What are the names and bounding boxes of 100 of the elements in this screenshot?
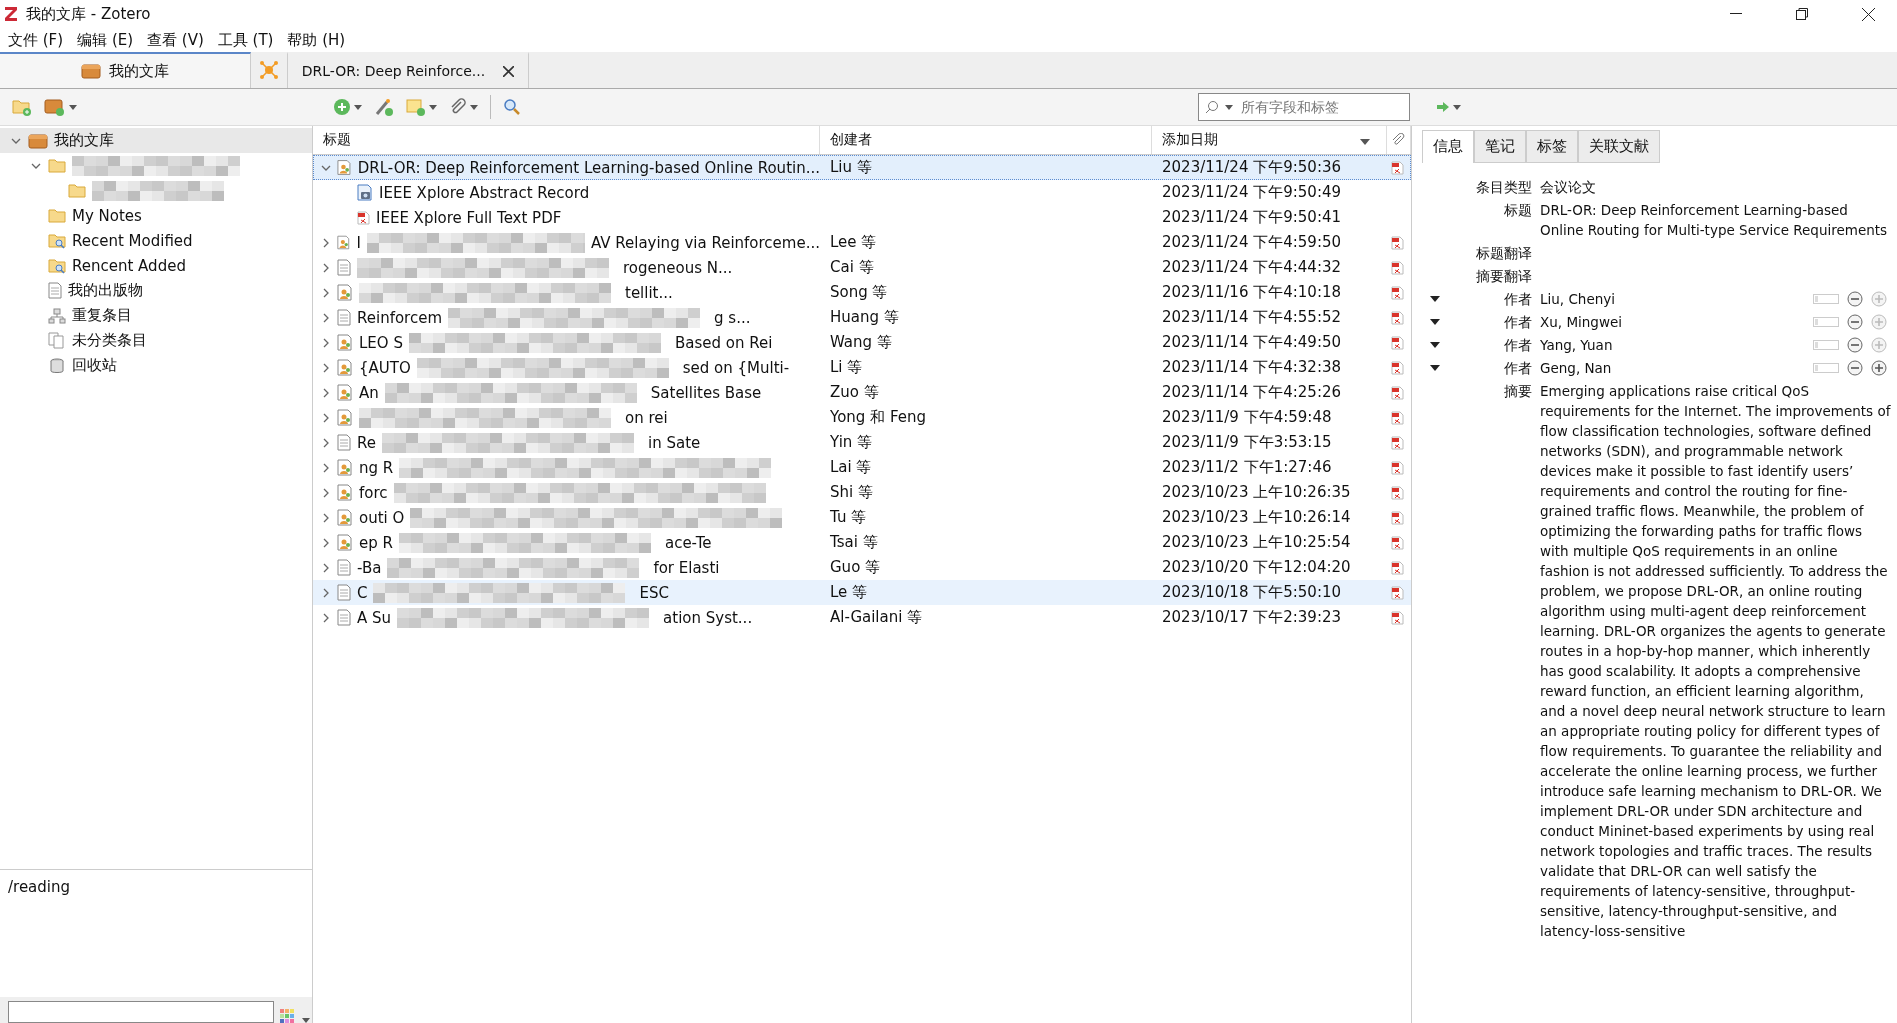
- field-value[interactable]: 会议论文: [1540, 177, 1891, 197]
- pdf-icon: [1391, 360, 1404, 375]
- chevron-right-icon[interactable]: [321, 612, 331, 623]
- add-creator-icon[interactable]: [1871, 360, 1887, 376]
- creator-role[interactable]: 作者: [1504, 289, 1532, 309]
- item-pane-tab[interactable]: 标签: [1526, 130, 1578, 163]
- new-library-icon[interactable]: [44, 98, 66, 116]
- color-grid-icon[interactable]: [280, 1009, 296, 1023]
- menu-item[interactable]: 帮助 (H): [287, 30, 346, 50]
- collection-label[interactable]: 我的文库: [54, 131, 114, 150]
- chevron-right-icon[interactable]: [321, 587, 331, 598]
- dropdown-arrow-icon[interactable]: [1430, 365, 1440, 371]
- creator-name[interactable]: Geng, Nan: [1540, 360, 1612, 376]
- creator-cell: Shi 等: [830, 483, 873, 502]
- chevron-right-icon[interactable]: [321, 512, 331, 523]
- name-mode-toggle-icon[interactable]: [1813, 294, 1839, 304]
- item-pane-tab[interactable]: 笔记: [1474, 130, 1526, 163]
- chevron-right-icon[interactable]: [321, 537, 331, 548]
- column-header[interactable]: 标题: [323, 131, 351, 149]
- creator-role[interactable]: 作者: [1504, 335, 1532, 355]
- collection-label[interactable]: My Notes: [72, 206, 142, 225]
- sort-descending-icon[interactable]: [1360, 139, 1370, 145]
- chevron-right-icon[interactable]: [321, 562, 331, 573]
- creator-cell: Lai 等: [830, 458, 872, 477]
- collection-label[interactable]: 未分类条目: [72, 331, 147, 350]
- menu-item[interactable]: 工具 (T): [217, 30, 274, 50]
- close-icon[interactable]: [1861, 7, 1875, 21]
- remove-creator-icon[interactable]: [1847, 291, 1863, 307]
- creator-role[interactable]: 作者: [1504, 358, 1532, 378]
- menu-item[interactable]: 查看 (V): [147, 30, 204, 50]
- paperclip-icon[interactable]: [449, 98, 467, 116]
- pdf-icon: [1391, 560, 1404, 575]
- creator-cell: Liu 等: [830, 158, 872, 177]
- abstract-text[interactable]: Emerging applications raise critical QoS requirements for the Internet. The improvements of flow classification technologies, software defined networks (SDN), and programmable network devices make it possible to fast identify users’ requirements and control the routing for fine-grained traffic flows. Meanwhile, the problem of optimizing the forwarding paths for traffic flows with multiple QoS requirements in an online fashion is not addressed sufficiently. To address the problem, we propose DRL-OR, an online routing algorithm using multi-agent deep reinforcement learning. DRL-OR organizes the agents to generate routes in a hop-by-hop manner, which inherently has good scalability. It adopts a comprehensive reward function, an efficient learning algorithm, and a novel deep neural network structure to learn an appropriate routing policy for different types of flow requirements. To guarantee the reliability and accelerate the online learning process, we further introduce safe learning mechanism to DRL-OR. We implement DRL-OR under SDN architecture and conduct Mininet-based experiments by using real network topologies and traffic traces. The results validate that DRL-OR can well satisfy the requirements of latency-sensitive, throughput-sensitive, latency-throughput-sensitive, and latency-loss-sensitive: [1540, 381, 1891, 941]
- chevron-right-icon[interactable]: [321, 262, 331, 273]
- item-title: {AUTO: [359, 358, 411, 377]
- search-box[interactable]: 所有字段和标签: [1198, 93, 1410, 121]
- minimize-icon[interactable]: [1730, 13, 1742, 15]
- search-icon[interactable]: [503, 98, 521, 116]
- chevron-right-icon[interactable]: [321, 362, 331, 373]
- name-mode-toggle-icon[interactable]: [1813, 363, 1839, 373]
- paperclip-icon[interactable]: [1391, 133, 1405, 147]
- field-value[interactable]: DRL-OR: Deep Reinforcement Learning-based Online Routing for Multi-type Service Requirements: [1540, 200, 1891, 240]
- reader-tab[interactable]: DRL-OR: Deep Reinforce...: [287, 52, 529, 88]
- dropdown-arrow-icon[interactable]: [69, 104, 77, 110]
- creator-name[interactable]: Liu, Chenyi: [1540, 291, 1615, 307]
- collection-label[interactable]: Rencent Added: [72, 256, 186, 275]
- collection-label[interactable]: 我的出版物: [68, 281, 143, 300]
- chevron-right-icon[interactable]: [321, 337, 331, 348]
- dropdown-arrow-icon[interactable]: [429, 104, 437, 110]
- dropdown-arrow-icon[interactable]: [1225, 104, 1233, 110]
- creator-role[interactable]: 作者: [1504, 312, 1532, 332]
- collection-label[interactable]: Recent Modified: [72, 231, 193, 250]
- chevron-right-icon[interactable]: [321, 462, 331, 473]
- chevron-right-icon[interactable]: [321, 387, 331, 398]
- library-row[interactable]: 我的文库: [0, 128, 312, 153]
- column-header[interactable]: 创建者: [830, 131, 872, 149]
- chevron-right-icon[interactable]: [321, 412, 331, 423]
- chevron-right-icon[interactable]: [321, 437, 331, 448]
- collection-label[interactable]: 重复条目: [72, 306, 132, 325]
- chevron-right-icon[interactable]: [321, 237, 331, 248]
- item-pane-tab[interactable]: 信息: [1422, 130, 1474, 163]
- menu-item[interactable]: 编辑 (E): [77, 30, 134, 50]
- dropdown-arrow-icon[interactable]: [1430, 296, 1440, 302]
- date-added-cell: 2023/11/24 下午9:50:36: [1162, 158, 1342, 177]
- tag-filter-field[interactable]: [8, 1001, 274, 1023]
- library-tab[interactable]: 我的文库: [0, 52, 251, 88]
- chevron-right-icon[interactable]: [321, 487, 331, 498]
- creator-name[interactable]: Yang, Yuan: [1540, 337, 1613, 353]
- column-header[interactable]: 添加日期: [1162, 131, 1218, 149]
- name-mode-toggle-icon[interactable]: [1813, 340, 1839, 350]
- dropdown-arrow-icon[interactable]: [1430, 319, 1440, 325]
- menu-item[interactable]: 文件 (F): [8, 30, 64, 50]
- item-title: g s...: [714, 308, 751, 327]
- magic-wand-icon[interactable]: [374, 97, 394, 117]
- creator-name[interactable]: Xu, Mingwei: [1540, 314, 1622, 330]
- conference-paper-icon: [337, 484, 353, 501]
- creator-cell: Tsai 等: [830, 533, 878, 552]
- collection-label[interactable]: 回收站: [72, 356, 117, 375]
- document-icon: [337, 434, 351, 451]
- tag[interactable]: /reading: [8, 878, 71, 896]
- remove-creator-icon[interactable]: [1847, 314, 1863, 330]
- item-row[interactable]: C ESC Le 等 2023/10/18 下午5:50:10: [313, 580, 1411, 605]
- dropdown-arrow-icon[interactable]: [302, 1018, 310, 1023]
- remove-creator-icon[interactable]: [1847, 337, 1863, 353]
- date-added-cell: 2023/11/2 下午1:27:46: [1162, 458, 1332, 477]
- dropdown-arrow-icon[interactable]: [1430, 342, 1440, 348]
- chevron-right-icon[interactable]: [321, 312, 331, 323]
- creator-cell: Huang 等: [830, 308, 899, 327]
- dropdown-arrow-icon[interactable]: [470, 104, 478, 110]
- close-icon[interactable]: [503, 65, 515, 77]
- name-mode-toggle-icon[interactable]: [1813, 317, 1839, 327]
- duplicates-icon: [48, 307, 66, 324]
- dropdown-arrow-icon[interactable]: [354, 104, 362, 110]
- remove-creator-icon[interactable]: [1847, 360, 1863, 376]
- item-pane-tab[interactable]: 关联文献: [1578, 130, 1660, 163]
- item-row[interactable]: DRL-OR: Deep Reinforcement Learning-based Online Routin... Liu 等 2023/11/24 下午9:50:36: [313, 155, 1411, 180]
- restore-icon[interactable]: [1796, 8, 1808, 20]
- chevron-right-icon[interactable]: [321, 287, 331, 298]
- dropdown-arrow-icon[interactable]: [1453, 104, 1461, 110]
